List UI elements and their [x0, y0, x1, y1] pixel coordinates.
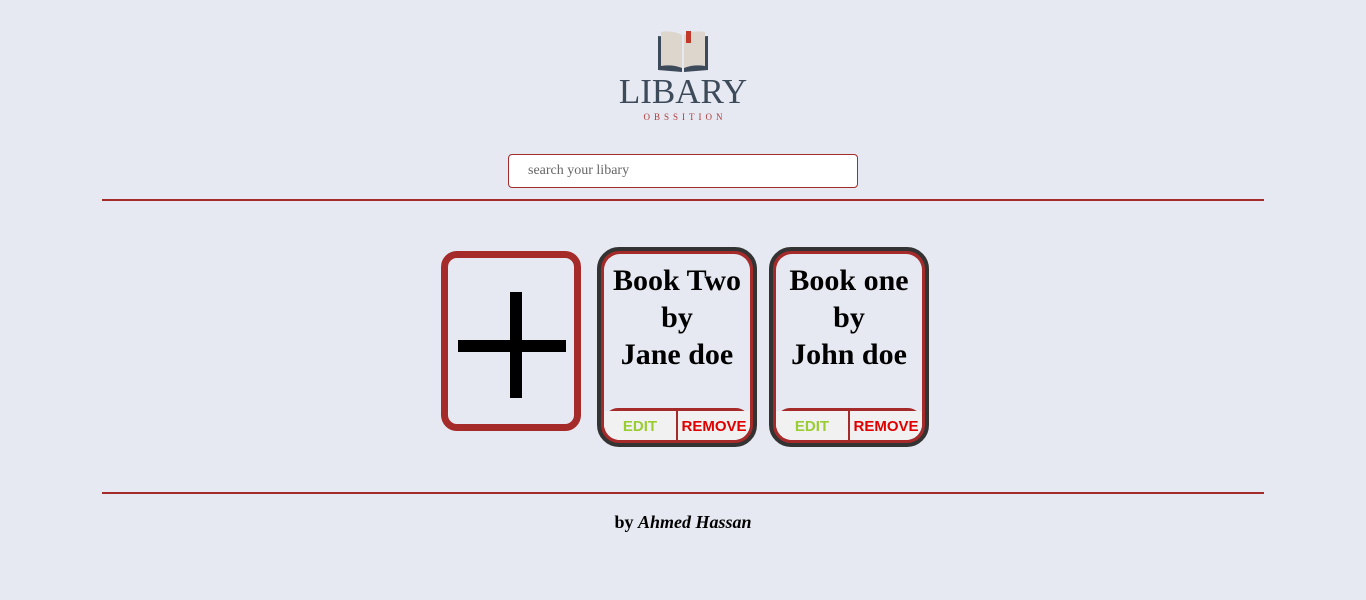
book-info: Book one by John doe [776, 262, 922, 373]
book-author: John doe [791, 338, 907, 371]
logo-subtitle: OBSSITION [643, 112, 727, 122]
footer-credit: by Ahmed Hassan [0, 512, 1366, 533]
book-actions: EDIT REMOVE [776, 408, 922, 440]
book-by: by [833, 301, 865, 334]
footer-prefix: by [614, 512, 634, 532]
bottom-divider [102, 492, 1264, 494]
open-book-icon [658, 31, 708, 72]
book-card-body: Book Two by Jane doe EDIT REMOVE [604, 254, 750, 440]
plus-icon-bar [458, 340, 566, 352]
search-input[interactable] [508, 154, 858, 188]
book-info: Book Two by Jane doe [604, 262, 750, 373]
logo-title: LIBARY [618, 72, 748, 111]
edit-button[interactable]: EDIT [776, 411, 850, 440]
book-card-body: Book one by John doe EDIT REMOVE [776, 254, 922, 440]
book-card: Book Two by Jane doe EDIT REMOVE [597, 247, 757, 447]
book-card: Book one by John doe EDIT REMOVE [769, 247, 929, 447]
site-logo: LIBARY OBSSITION [610, 26, 756, 126]
top-divider [102, 199, 1264, 201]
book-by: by [661, 301, 693, 334]
book-author: Jane doe [620, 338, 734, 371]
edit-button[interactable]: EDIT [604, 411, 678, 440]
remove-button[interactable]: REMOVE [678, 411, 750, 440]
book-actions: EDIT REMOVE [604, 408, 750, 440]
remove-button[interactable]: REMOVE [850, 411, 922, 440]
footer-author: Ahmed Hassan [637, 512, 752, 532]
book-title: Book one [789, 264, 909, 297]
book-title: Book Two [612, 264, 742, 297]
add-book-button[interactable] [441, 251, 581, 431]
